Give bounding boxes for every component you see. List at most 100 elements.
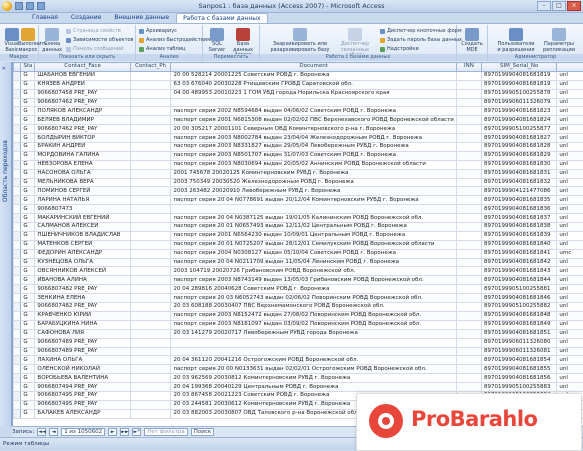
table-cell[interactable]: G <box>21 329 35 338</box>
table-cell[interactable]: паспорт серия 2001 N6815308 выдан 02/02/… <box>171 116 456 125</box>
table-cell[interactable] <box>130 98 171 107</box>
filter-indicator[interactable]: Нет фильтра <box>144 428 188 436</box>
table-cell[interactable]: unl <box>557 303 583 312</box>
row-selector[interactable] <box>14 303 21 312</box>
table-cell[interactable]: САФОНОВА ЛИЯ <box>35 329 130 338</box>
table-cell[interactable] <box>456 320 481 329</box>
table-cell[interactable] <box>456 187 481 196</box>
table-cell[interactable]: паспорт серия 2001 N6564230 выдан 10/09/… <box>171 231 456 240</box>
table-cell[interactable] <box>456 196 481 205</box>
table-cell[interactable]: unl <box>557 151 583 160</box>
table-cell[interactable] <box>456 214 481 223</box>
table-cell[interactable]: unl <box>557 365 583 374</box>
table-cell[interactable] <box>456 231 481 240</box>
table-cell[interactable]: ФЕДОРИН АЛЕКСАНДР <box>35 249 130 258</box>
table-cell[interactable] <box>130 409 171 418</box>
next-record-button[interactable]: ► <box>108 428 117 436</box>
table-cell[interactable]: паспорт серия 20 01 N0657493 выдан 12/11… <box>171 223 456 232</box>
table-cell[interactable]: 20 00 305217 20001101 Северным ОВД Комин… <box>171 125 456 134</box>
table-cell[interactable] <box>130 294 171 303</box>
table-cell[interactable]: 8970199904081681823 <box>482 107 557 116</box>
table-cell[interactable] <box>456 223 481 232</box>
table-cell[interactable]: 8970199904081681832 <box>482 178 557 187</box>
row-selector[interactable] <box>14 196 21 205</box>
row-selector[interactable] <box>14 249 21 258</box>
table-row[interactable]: G9066807482 PRE_PAY20 04 289816 20040628… <box>14 285 583 294</box>
table-cell[interactable]: G <box>21 400 35 409</box>
table-cell[interactable] <box>456 338 481 347</box>
tab-database-tools[interactable]: Работа с базами данных <box>176 13 268 23</box>
table-row[interactable]: GЗЕНКИНА ЕЛЕНАпаспорт серия 20 03 N60527… <box>14 294 583 303</box>
table-cell[interactable]: G <box>21 374 35 383</box>
table-cell[interactable] <box>130 196 171 205</box>
table-row[interactable]: GПОЛЯКОВ АЛЕКСАНДРпаспорт серия 2002 N85… <box>14 107 583 116</box>
table-cell[interactable]: unl <box>557 276 583 285</box>
table-cell[interactable] <box>130 400 171 409</box>
table-cell[interactable]: 8970199904081681849 <box>482 320 557 329</box>
table-cell[interactable]: unl <box>557 338 583 347</box>
row-selector[interactable] <box>14 71 21 80</box>
column-header[interactable] <box>557 63 583 72</box>
prev-record-button[interactable]: ◄ <box>49 428 58 436</box>
table-cell[interactable] <box>456 80 481 89</box>
table-row[interactable]: GМАКАРИНСКИЙ ЕВГЕНИЙпаспорт серия 20 04 … <box>14 214 583 223</box>
navigation-pane[interactable]: » Область переходов <box>0 62 12 426</box>
analyze-table-button[interactable]: Анализ таблиц <box>139 46 185 52</box>
table-row[interactable]: GКРАВЧЕНКО ЮРИЙпаспорт серия 2003 N81524… <box>14 311 583 320</box>
table-cell[interactable]: 8970199906011326080 <box>482 338 557 347</box>
table-row[interactable]: G9066807482 PRE_PAY20 03 608188 20030407… <box>14 303 583 312</box>
table-cell[interactable]: 20 03 141279 20020717 Левобережным РУВД … <box>171 329 456 338</box>
table-cell[interactable]: 8970199904081681827 <box>482 134 557 143</box>
table-cell[interactable] <box>171 205 456 214</box>
last-record-button[interactable]: ►► <box>120 428 129 436</box>
table-cell[interactable]: 2001 745678 20020125 Коминтерновским РУВ… <box>171 169 456 178</box>
table-cell[interactable]: паспорт серия 2003 N8030694 выдан 20/05/… <box>171 160 456 169</box>
table-cell[interactable]: 20 04 199368 20040129 Центральным РОВД г… <box>171 383 456 392</box>
table-cell[interactable]: паспорт серия 2003 N8181097 выдан 03/09/… <box>171 320 456 329</box>
table-cell[interactable]: G <box>21 98 35 107</box>
table-cell[interactable] <box>456 116 481 125</box>
tab-home[interactable]: Главная <box>26 13 64 23</box>
table-row[interactable]: GБЕЛЯЕВ ВЛАДИМИРпаспорт серия 2001 N6815… <box>14 116 583 125</box>
table-cell[interactable] <box>456 205 481 214</box>
table-cell[interactable]: МАКАРИНСКИЙ ЕВГЕНИЙ <box>35 214 130 223</box>
table-cell[interactable]: 8970199904081681844 <box>482 276 557 285</box>
table-cell[interactable]: КРАВЧЕНКО ЮРИЙ <box>35 311 130 320</box>
table-cell[interactable] <box>130 329 171 338</box>
table-cell[interactable]: 8970199904081681835 <box>482 196 557 205</box>
tab-external-data[interactable]: Внешние данные <box>108 13 175 23</box>
table-cell[interactable]: unl <box>557 178 583 187</box>
table-row[interactable]: G9066807462 PRE_PAY20 00 305217 20001101… <box>14 125 583 134</box>
row-selector[interactable] <box>14 276 21 285</box>
table-cell[interactable]: 9066807489 PRE_PAY <box>35 347 130 356</box>
table-cell[interactable]: 9066807462 PRE_PAY <box>35 125 130 134</box>
table-cell[interactable]: unl <box>557 258 583 267</box>
table-row[interactable]: GБАРАБУЦКИНА НИНАпаспорт серия 2003 N818… <box>14 320 583 329</box>
table-cell[interactable]: 8970199904081681830 <box>482 160 557 169</box>
column-header[interactable]: INN <box>456 63 481 72</box>
table-row[interactable]: GИВАНОВА АЛИНАпаспорт серия 2003 N874314… <box>14 276 583 285</box>
table-cell[interactable] <box>456 71 481 80</box>
table-cell[interactable]: 8970199904081681851 <box>482 329 557 338</box>
table-cell[interactable] <box>130 107 171 116</box>
table-cell[interactable]: G <box>21 143 35 152</box>
table-cell[interactable]: 8970199906011326081 <box>482 347 557 356</box>
table-cell[interactable]: unl <box>557 267 583 276</box>
table-cell[interactable]: unl <box>557 205 583 214</box>
table-cell[interactable] <box>130 151 171 160</box>
table-cell[interactable]: unl <box>557 80 583 89</box>
table-cell[interactable]: 20 04 289816 20040628 Советским РОВД г. … <box>171 285 456 294</box>
table-cell[interactable]: паспорт серия 2003 N8743149 выдан 13/05/… <box>171 276 456 285</box>
record-counter[interactable]: 1 из 1050602 <box>61 428 105 436</box>
table-cell[interactable]: 20 03 608188 20030407 ПВС Верхнемамонско… <box>171 303 456 312</box>
table-cell[interactable]: G <box>21 294 35 303</box>
replication-options-button[interactable]: Параметры репликации <box>538 28 580 53</box>
table-cell[interactable] <box>456 240 481 249</box>
table-cell[interactable]: БОЛДЫРИН ВИКТОР <box>35 134 130 143</box>
table-cell[interactable]: ПОМИНОВ СЕРГЕЙ <box>35 187 130 196</box>
table-cell[interactable]: G <box>21 116 35 125</box>
row-selector[interactable] <box>14 311 21 320</box>
row-selector[interactable] <box>14 258 21 267</box>
table-cell[interactable] <box>456 98 481 107</box>
table-cell[interactable]: unl <box>557 98 583 107</box>
